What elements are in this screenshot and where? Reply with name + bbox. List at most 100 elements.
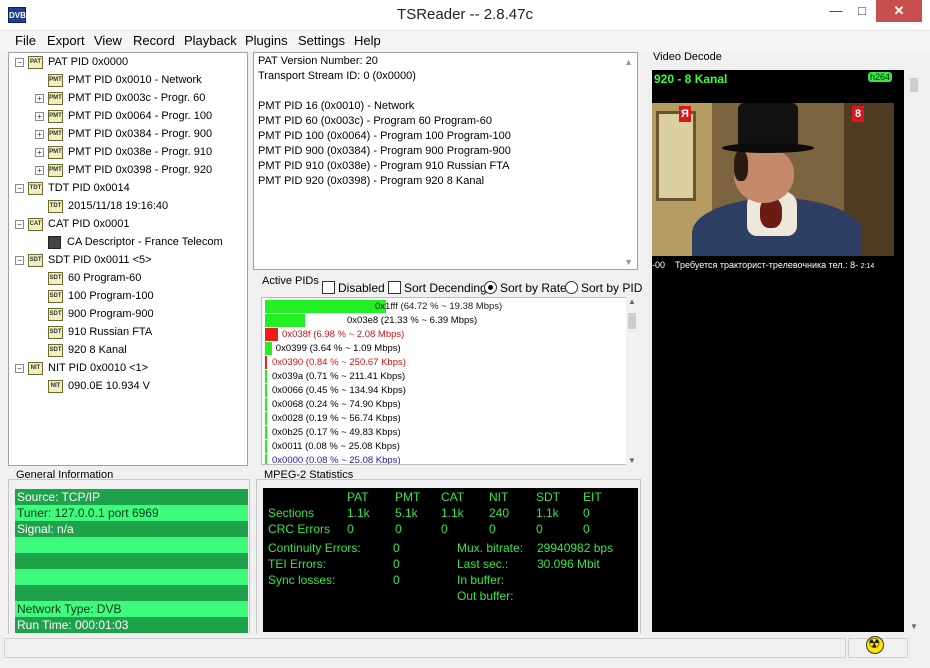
- pat-info-panel[interactable]: PAT Version Number: 20 Transport Stream I…: [253, 52, 638, 270]
- pmt-table-icon: PMT: [48, 163, 63, 177]
- menu-playback[interactable]: Playback: [182, 33, 239, 48]
- disabled-checkbox[interactable]: Disabled: [322, 281, 385, 295]
- video-scroll-down-icon[interactable]: ▼: [910, 622, 918, 631]
- pid-rate-row[interactable]: 0x038f (6.98 % ~ 2.08 Mbps): [265, 328, 625, 341]
- menu-view[interactable]: View: [92, 33, 124, 48]
- video-decode-panel[interactable]: 920 - 8 Kanal h264 Я 8 -00 Требуется тра…: [652, 70, 904, 632]
- tree-node[interactable]: + PMT PMT PID 0x0384 - Progr. 900: [35, 125, 212, 143]
- sort-descending-checkbox[interactable]: Sort Decending: [388, 281, 487, 295]
- crc-pat: 0: [347, 522, 354, 536]
- scroll-down-icon[interactable]: ▼: [624, 257, 633, 267]
- pat-info-line: PMT PID 910 (0x038e) - Program 910 Russi…: [258, 160, 510, 172]
- collapse-icon[interactable]: −: [15, 363, 24, 373]
- continuity-errors-label: Continuity Errors:: [268, 541, 361, 555]
- expand-icon[interactable]: +: [35, 165, 44, 175]
- sort-by-rate-radio[interactable]: Sort by Rate: [484, 281, 567, 295]
- sort-descending-checkbox-box[interactable]: [388, 281, 401, 294]
- tree-node[interactable]: − CAT CAT PID 0x0001: [15, 215, 130, 233]
- scroll-down-icon[interactable]: ▼: [628, 456, 636, 465]
- crc-cat: 0: [441, 522, 448, 536]
- expand-icon[interactable]: +: [35, 111, 44, 121]
- tree-node[interactable]: − SDT SDT PID 0x0011 <5>: [15, 251, 152, 269]
- pid-rate-row[interactable]: 0x03e8 (21.33 % ~ 6.39 Mbps): [265, 314, 625, 327]
- menu-plugins[interactable]: Plugins: [243, 33, 290, 48]
- pid-rate-text: 0x0000 (0.08 % ~ 25.08 Kbps): [272, 455, 401, 465]
- pid-rate-row[interactable]: 0x0011 (0.08 % ~ 25.08 Kbps): [265, 440, 625, 453]
- expand-icon[interactable]: +: [35, 129, 44, 139]
- menu-help[interactable]: Help: [352, 33, 383, 48]
- scroll-up-icon[interactable]: ▲: [624, 57, 633, 67]
- general-info-row: Network Type: DVB: [15, 601, 248, 617]
- menu-file[interactable]: File: [13, 33, 38, 48]
- window-title: TSReader -- 2.8.47c: [397, 6, 533, 23]
- tree-node[interactable]: SDT 920 8 Kanal: [48, 341, 127, 359]
- menu-export[interactable]: Export: [45, 33, 87, 48]
- pid-rate-bar: [265, 412, 267, 425]
- tree-node[interactable]: + PMT PMT PID 0x0064 - Progr. 100: [35, 107, 212, 125]
- tree-node[interactable]: SDT 60 Program-60: [48, 269, 141, 287]
- tree-node-label: PMT PID 0x0064 - Progr. 100: [68, 110, 213, 122]
- pid-rate-row[interactable]: 0x039a (0.71 % ~ 211.41 Kbps): [265, 370, 625, 383]
- menu-record[interactable]: Record: [131, 33, 177, 48]
- pid-rate-row[interactable]: 0x1fff (64.72 % ~ 19.38 Mbps): [265, 300, 625, 313]
- disabled-label: Disabled: [338, 281, 385, 295]
- menu-settings[interactable]: Settings: [296, 33, 347, 48]
- pid-tree[interactable]: − PAT PAT PID 0x0000 PMT PMT PID 0x0010 - Ne…: [8, 52, 248, 466]
- pid-rate-row[interactable]: 0x0b25 (0.17 % ~ 49.83 Kbps): [265, 426, 625, 439]
- header-cat: CAT: [441, 490, 465, 504]
- tree-node[interactable]: + PMT PMT PID 0x0398 - Progr. 920: [35, 161, 212, 179]
- collapse-icon[interactable]: −: [15, 255, 24, 265]
- tree-node-label: 920 8 Kanal: [68, 344, 127, 356]
- expand-icon[interactable]: +: [35, 93, 44, 103]
- scroll-up-icon[interactable]: ▲: [628, 297, 636, 306]
- ticker-prefix: -00: [652, 260, 666, 270]
- tree-node[interactable]: − PAT PAT PID 0x0000: [15, 53, 128, 71]
- radiation-icon: [866, 636, 884, 654]
- tree-node[interactable]: SDT 910 Russian FTA: [48, 323, 152, 341]
- collapse-icon[interactable]: −: [15, 183, 24, 193]
- tree-node[interactable]: SDT 900 Program-900: [48, 305, 154, 323]
- tree-node[interactable]: TDT 2015/11/18 19:16:40: [48, 197, 168, 215]
- pid-rate-row[interactable]: 0x0066 (0.45 % ~ 134.94 Kbps): [265, 384, 625, 397]
- video-scrollbar[interactable]: ▼: [907, 70, 921, 632]
- general-info-row: [15, 537, 248, 553]
- tree-node[interactable]: + PMT PMT PID 0x038e - Progr. 910: [35, 143, 212, 161]
- active-pids-scrollbar[interactable]: ▲ ▼: [626, 297, 638, 465]
- tree-node[interactable]: + PMT PMT PID 0x003c - Progr. 60: [35, 89, 205, 107]
- video-scrollbar-thumb[interactable]: [910, 78, 918, 92]
- minimize-button[interactable]: —: [822, 0, 850, 22]
- tree-node[interactable]: − TDT TDT PID 0x0014: [15, 179, 130, 197]
- disabled-checkbox-box[interactable]: [322, 281, 335, 294]
- maximize-button[interactable]: □: [848, 0, 876, 22]
- close-button[interactable]: ✕: [876, 0, 922, 22]
- pid-rate-text: 0x0399 (3.64 % ~ 1.09 Mbps): [275, 343, 401, 354]
- sort-by-rate-radio-dot[interactable]: [484, 281, 497, 294]
- tree-node[interactable]: − NIT NIT PID 0x0010 <1>: [15, 359, 148, 377]
- pid-rate-row[interactable]: 0x0000 (0.08 % ~ 25.08 Kbps): [265, 454, 625, 465]
- pid-rate-row[interactable]: 0x0399 (3.64 % ~ 1.09 Mbps): [265, 342, 625, 355]
- pid-rate-row[interactable]: 0x0068 (0.24 % ~ 74.90 Kbps): [265, 398, 625, 411]
- expand-icon[interactable]: +: [35, 147, 44, 157]
- tree-node[interactable]: CA Descriptor - France Telecom: [48, 233, 223, 251]
- title-bar[interactable]: DVB TSReader -- 2.8.47c — □ ✕: [0, 0, 930, 31]
- collapse-icon[interactable]: −: [15, 219, 24, 229]
- header-sdt: SDT: [536, 490, 560, 504]
- pid-rate-text: 0x03e8 (21.33 % ~ 6.39 Mbps): [347, 315, 478, 326]
- pid-rate-row[interactable]: 0x0028 (0.19 % ~ 56.74 Kbps): [265, 412, 625, 425]
- scrollbar-thumb[interactable]: [628, 313, 636, 329]
- active-pids-list[interactable]: 0x1fff (64.72 % ~ 19.38 Mbps) 0x03e8 (21.…: [261, 297, 638, 465]
- tree-node-label: PMT PID 0x0398 - Progr. 920: [68, 164, 213, 176]
- sort-by-pid-radio-dot[interactable]: [565, 281, 578, 294]
- mpeg2-stats-label: MPEG-2 Statistics: [264, 469, 354, 481]
- pid-rate-row[interactable]: 0x0390 (0.84 % ~ 250.67 Kbps): [265, 356, 625, 369]
- tree-node-label: 2015/11/18 19:16:40: [68, 200, 169, 212]
- tree-node[interactable]: PMT PMT PID 0x0010 - Network: [48, 71, 202, 89]
- tree-node[interactable]: SDT 100 Program-100: [48, 287, 154, 305]
- sort-by-pid-radio[interactable]: Sort by PID: [565, 281, 642, 295]
- header-eit: EIT: [583, 490, 602, 504]
- tree-node[interactable]: NIT 090.0E 10.934 V: [48, 377, 150, 395]
- collapse-icon[interactable]: −: [15, 57, 24, 67]
- sections-label: Sections: [268, 506, 315, 520]
- tree-node-label: PMT PID 0x038e - Progr. 910: [68, 146, 213, 158]
- general-info-row: Tuner: 127.0.0.1 port 6969: [15, 505, 248, 521]
